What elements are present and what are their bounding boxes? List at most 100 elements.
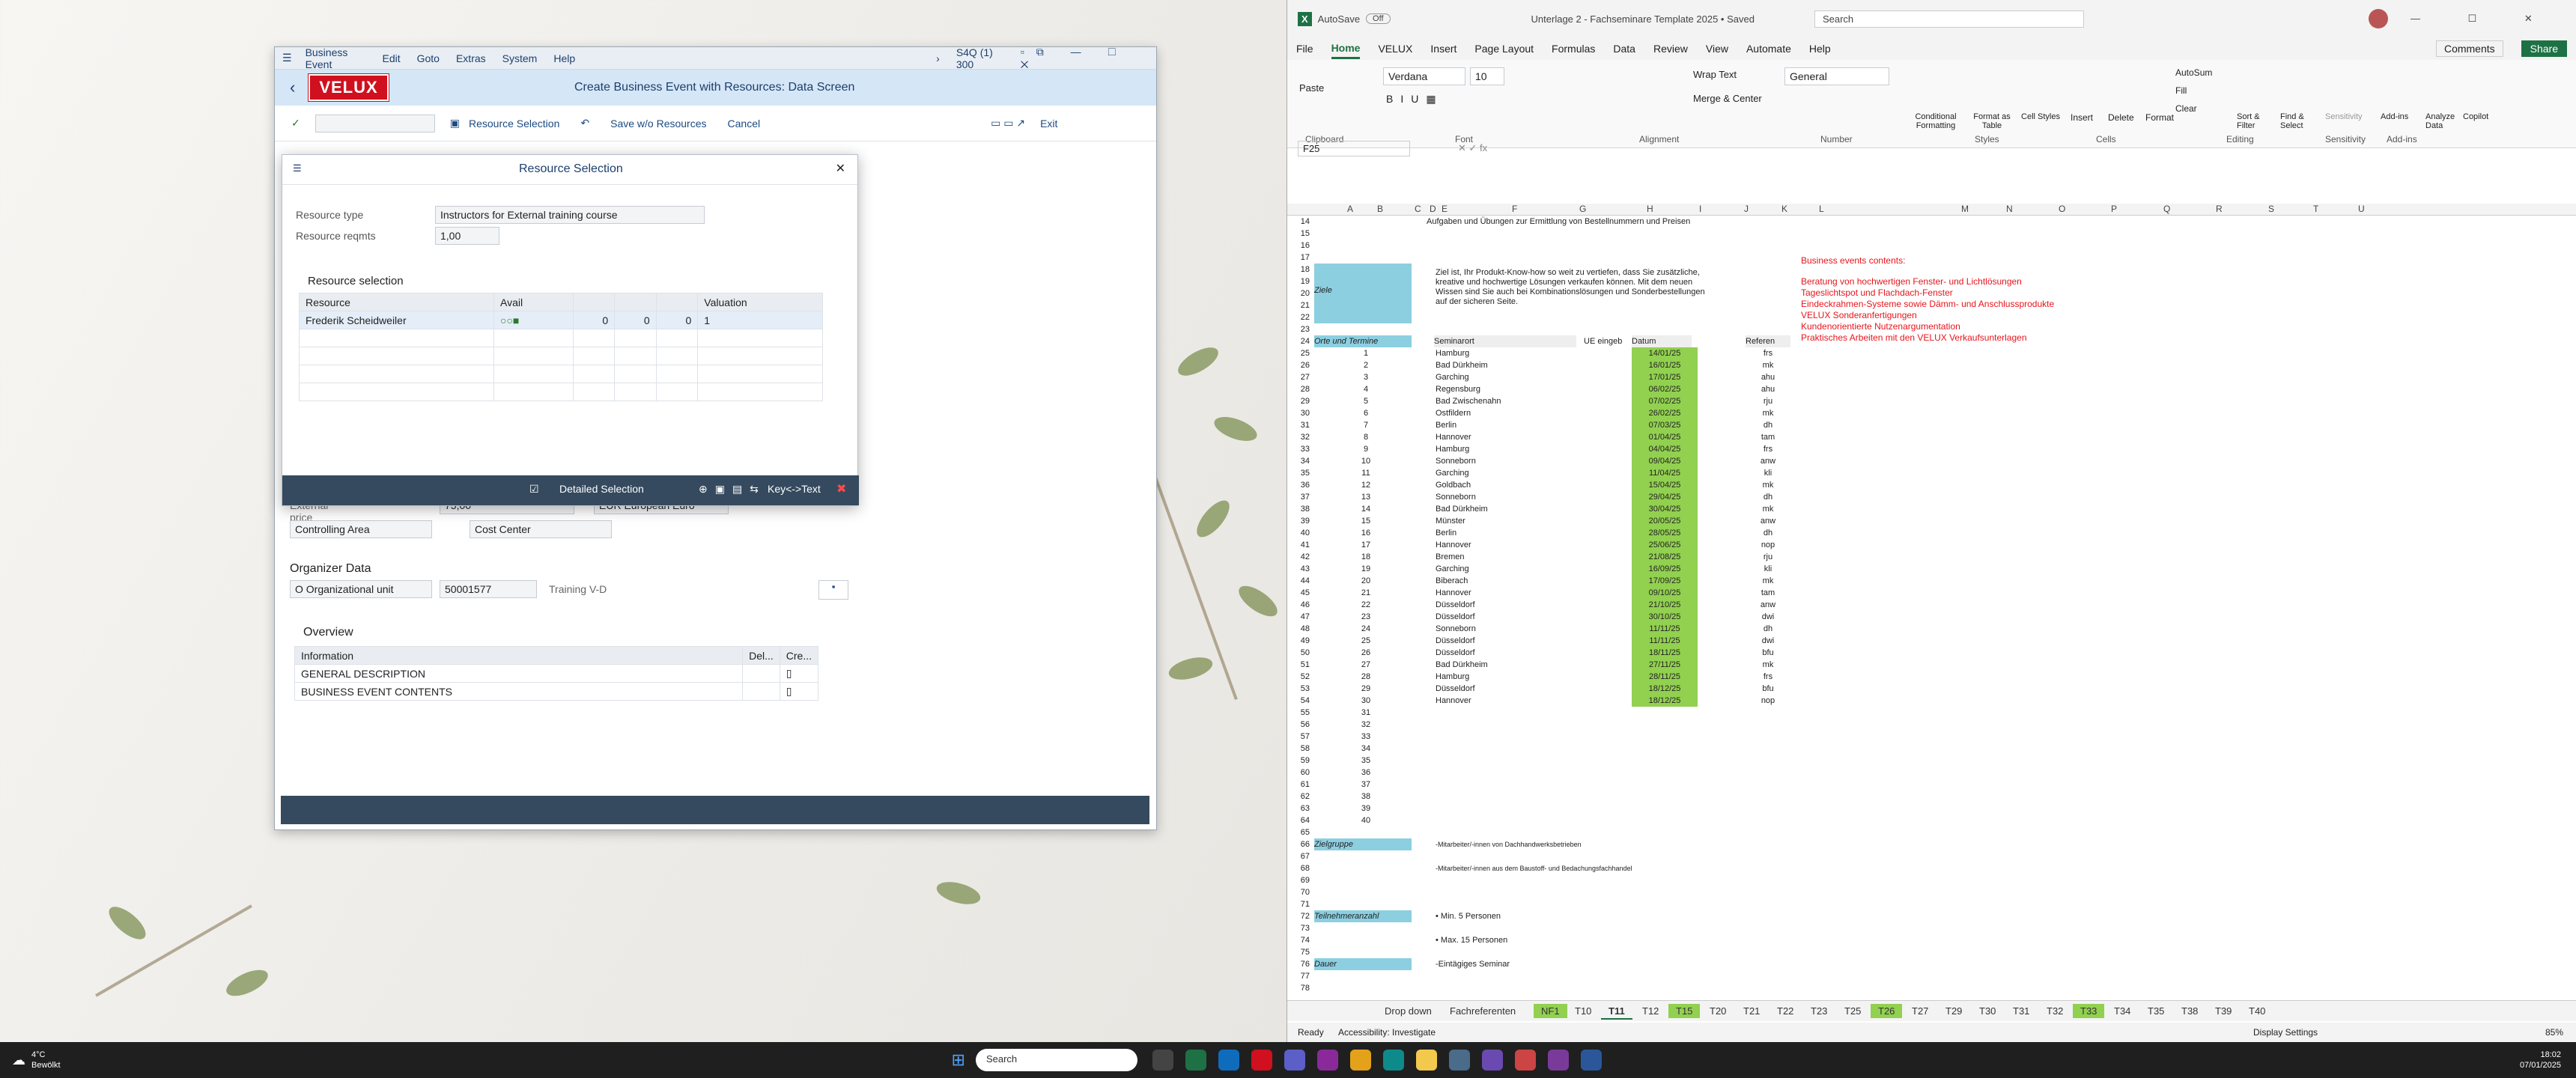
row-number[interactable]: 24 [1287,335,1310,347]
event-place[interactable]: Hannover [1436,695,1570,707]
row-number[interactable]: 32 [1287,431,1310,443]
row-number[interactable]: 37 [1287,491,1310,503]
event-ref[interactable]: dh [1746,419,1790,431]
event-place[interactable]: Hannover [1436,587,1570,599]
event-date[interactable]: 20/05/25 [1632,515,1698,527]
row-number[interactable]: 70 [1287,886,1310,898]
event-date[interactable]: 18/12/25 [1632,695,1698,707]
table-row[interactable]: BUSINESS EVENT CONTENTS ▯ [294,682,819,701]
menu-system[interactable]: System [502,52,538,64]
sheet-tab[interactable]: T35 [2140,1004,2172,1018]
row-number[interactable]: 43 [1287,563,1310,575]
sheet-tab[interactable]: T10 [1567,1004,1599,1018]
event-date[interactable]: 16/09/25 [1632,563,1698,575]
event-ref[interactable]: kli [1746,467,1790,479]
row-number[interactable]: 69 [1287,874,1310,886]
menu-extras[interactable]: Extras [456,52,486,64]
column-header[interactable]: O [2059,204,2065,214]
sheet-tab[interactable]: T15 [1668,1004,1701,1018]
row-number[interactable]: 68 [1287,862,1310,874]
tn2[interactable]: • Max. 15 Personen [1436,934,1585,946]
event-place[interactable]: Münster [1436,515,1570,527]
event-date[interactable]: 17/09/25 [1632,575,1698,587]
event-place[interactable]: Düsseldorf [1436,647,1570,659]
sheet-tab[interactable]: T27 [1904,1004,1936,1018]
analyze-data-button[interactable]: Analyze Data [2425,112,2455,130]
event-place[interactable]: Garching [1436,371,1570,383]
row-number[interactable]: 15 [1287,228,1310,240]
event-ref[interactable]: anw [1746,599,1790,611]
event-ref[interactable]: mk [1746,659,1790,671]
accessibility-status[interactable]: Accessibility: Investigate [1338,1027,1436,1038]
row-number[interactable]: 23 [1287,323,1310,335]
tab-insert[interactable]: Insert [1430,40,1456,58]
row-number[interactable]: 60 [1287,767,1310,779]
row-number[interactable]: 55 [1287,707,1310,719]
event-num[interactable]: 21 [1355,587,1377,599]
hdr-datum[interactable]: Datum [1632,335,1692,347]
contents-item[interactable]: Kundenorientierte Nutzenargumentation [1801,320,2175,332]
copilot-button[interactable]: Copilot [2463,112,2488,121]
event-ref[interactable]: anw [1746,455,1790,467]
event-place[interactable]: Düsseldorf [1436,635,1570,647]
size-select[interactable]: 10 [1470,67,1504,85]
sheet-tab[interactable]: T31 [2005,1004,2037,1018]
column-header[interactable]: P [2111,204,2117,214]
sheet-tab[interactable]: T34 [2106,1004,2138,1018]
row-number[interactable]: 14 [1287,216,1310,228]
table-row[interactable]: Frederik Scheidweiler ○○■ 0 0 0 1 [299,311,823,329]
zielgruppe-label[interactable]: Zielgruppe [1314,838,1412,850]
row-number[interactable]: 72 [1287,910,1310,922]
sheet-tab[interactable]: T33 [2073,1004,2105,1018]
event-place[interactable]: Düsseldorf [1436,611,1570,623]
row-number[interactable]: 36 [1287,479,1310,491]
tab-formulas[interactable]: Formulas [1552,40,1595,58]
event-num[interactable]: 31 [1355,707,1377,719]
contents-item[interactable]: Tageslichtspot und Flachdach-Fenster [1801,287,2175,299]
row-number[interactable]: 77 [1287,970,1310,982]
column-header[interactable]: E [1442,204,1448,214]
conditional-formatting-button[interactable]: Conditional Formatting [1906,112,1966,130]
window-controls[interactable]: ▫⧉ — ☐ ✕ [1021,46,1140,71]
hamburger-icon[interactable]: ☰ [293,162,302,174]
event-ref[interactable]: mk [1746,503,1790,515]
sort-filter-button[interactable]: Sort & Filter [2237,112,2274,130]
row-number[interactable]: 18 [1287,264,1310,275]
event-date[interactable]: 15/04/25 [1632,479,1698,491]
event-num[interactable]: 38 [1355,791,1377,803]
event-num[interactable]: 9 [1355,443,1377,455]
event-num[interactable]: 16 [1355,527,1377,539]
event-place[interactable]: Berlin [1436,419,1570,431]
column-header[interactable]: T [2313,204,2318,214]
row-number[interactable]: 52 [1287,671,1310,683]
sheet-tab[interactable]: T20 [1702,1004,1734,1018]
column-header[interactable]: H [1647,204,1653,214]
row-number[interactable]: 27 [1287,371,1310,383]
row-number[interactable]: 39 [1287,515,1310,527]
event-ref[interactable]: mk [1746,479,1790,491]
number-format-select[interactable]: General [1784,67,1889,85]
contents-item[interactable]: Praktisches Arbeiten mit den VELUX Verka… [1801,332,2175,344]
event-place[interactable]: Hamburg [1436,443,1570,455]
event-num[interactable]: 27 [1355,659,1377,671]
teilnehmer-label[interactable]: Teilnehmeranzahl [1314,910,1412,922]
event-date[interactable]: 17/01/25 [1632,371,1698,383]
event-num[interactable]: 34 [1355,743,1377,755]
column-header[interactable]: K [1781,204,1787,214]
format-button[interactable]: Format [2145,112,2174,123]
row-number[interactable]: 17 [1287,252,1310,264]
contents-title[interactable]: Business events contents: [1801,255,2100,267]
event-date[interactable]: 11/11/25 [1632,623,1698,635]
tab-file[interactable]: File [1296,40,1313,58]
event-place[interactable]: Düsseldorf [1436,599,1570,611]
sheet-tab[interactable]: T12 [1635,1004,1666,1018]
app-icon[interactable] [1514,1050,1536,1071]
event-date[interactable]: 30/10/25 [1632,611,1698,623]
hdr-ue[interactable]: UE eingeb [1584,335,1629,347]
insert-button[interactable]: Insert [2071,112,2093,123]
row-number[interactable]: 25 [1287,347,1310,359]
event-num[interactable]: 29 [1355,683,1377,695]
event-ref[interactable]: rju [1746,551,1790,563]
column-header[interactable]: Q [2163,204,2170,214]
resource-type-field[interactable]: Instructors for External training course [435,206,705,224]
